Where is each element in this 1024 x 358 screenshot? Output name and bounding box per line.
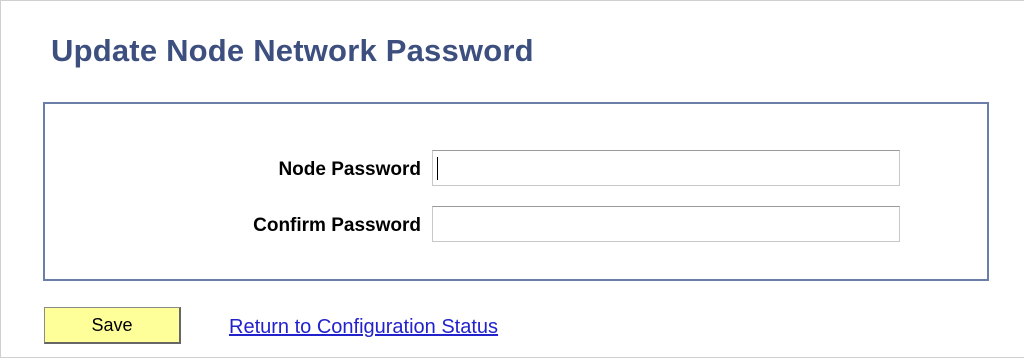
password-form-box: Node Password Confirm Password bbox=[43, 102, 989, 281]
node-password-label: Node Password bbox=[278, 159, 421, 180]
text-cursor bbox=[437, 157, 438, 180]
page-title: Update Node Network Password bbox=[51, 33, 534, 68]
save-button[interactable]: Save bbox=[44, 307, 181, 344]
node-password-input[interactable] bbox=[432, 150, 900, 186]
confirm-password-label: Confirm Password bbox=[253, 215, 421, 236]
return-to-configuration-status-link[interactable]: Return to Configuration Status bbox=[229, 316, 498, 339]
confirm-password-input[interactable] bbox=[432, 206, 900, 242]
page: Update Node Network Password Node Passwo… bbox=[0, 0, 1024, 358]
